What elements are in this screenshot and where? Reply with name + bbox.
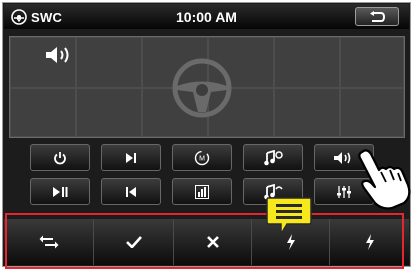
power-icon [54,151,66,164]
swc-settings-screen: SWC 10:00 AM M [2,2,411,267]
bottom-bar [4,219,409,265]
panel-cell [274,37,340,88]
panel-cell [340,88,404,137]
music-phone-button[interactable] [243,144,303,171]
volume-icon [46,47,69,63]
pointing-hand-icon [358,149,411,210]
music-phone-icon [264,149,283,165]
panel-cell [10,88,76,137]
panel-cell [340,37,404,88]
return-arrow-icon [370,10,386,22]
equalizer-icon [195,184,209,199]
panel-cell [76,88,142,137]
clock: 10:00 AM [176,9,237,25]
cross-icon [206,236,219,248]
back-button[interactable] [355,7,399,26]
next-track-icon [126,152,136,163]
play-pause-button[interactable] [30,178,90,205]
learn-all-button[interactable] [330,219,409,265]
confirm-button[interactable] [94,219,174,265]
lightning-icon [365,234,374,250]
svg-text:M: M [199,155,205,162]
equalizer-button[interactable] [172,178,232,205]
panel-cell [274,88,340,137]
previous-track-button[interactable] [101,178,161,205]
speech-bubble-icon [266,197,312,237]
checkmark-icon [125,236,142,248]
panel-cell [76,37,142,88]
cancel-button[interactable] [174,219,252,265]
top-bar: SWC 10:00 AM [4,4,409,29]
swap-arrows-icon [39,235,58,249]
next-track-button[interactable] [101,144,161,171]
steering-wheel-icon [172,58,232,118]
mode-icon: M [194,150,210,165]
swap-button[interactable] [4,219,94,265]
play-pause-icon [53,186,68,197]
previous-track-icon [126,186,136,197]
mode-button[interactable]: M [172,144,232,171]
display-panel [9,36,405,138]
power-button[interactable] [30,144,90,171]
